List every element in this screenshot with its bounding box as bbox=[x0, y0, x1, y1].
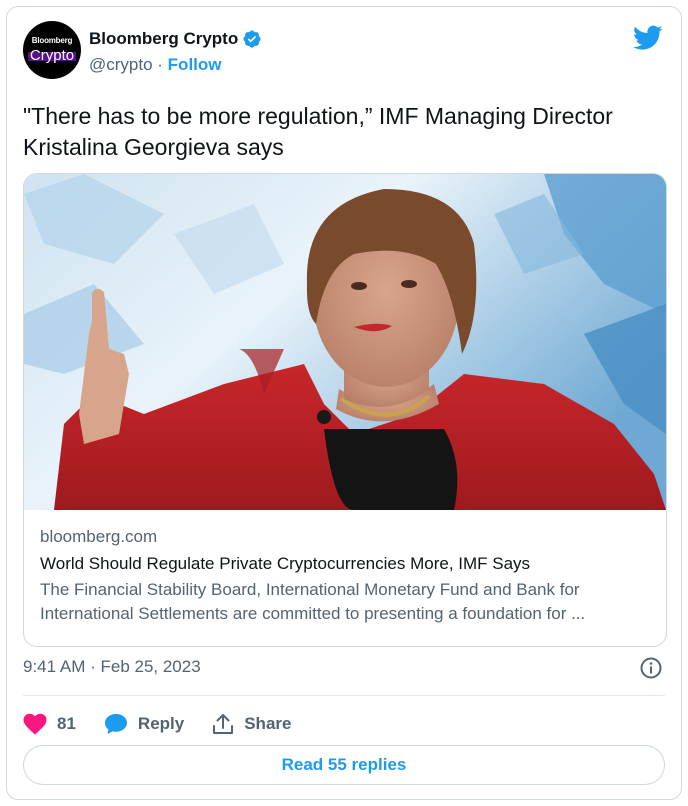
author-avatar[interactable]: Bloomberg Crypto bbox=[23, 21, 81, 79]
author-name[interactable]: Bloomberg Crypto bbox=[89, 29, 238, 49]
author-handle[interactable]: @crypto bbox=[89, 55, 153, 74]
handle-separator: · bbox=[152, 55, 168, 74]
heart-icon bbox=[23, 713, 47, 735]
info-icon[interactable] bbox=[639, 656, 663, 680]
follow-button[interactable]: Follow bbox=[168, 55, 222, 74]
like-button[interactable]: 81 bbox=[23, 713, 76, 735]
tweet-timestamp[interactable]: 9:41 AM · Feb 25, 2023 bbox=[23, 657, 201, 677]
share-label: Share bbox=[244, 714, 292, 733]
action-bar: 81 Reply Share bbox=[23, 709, 319, 739]
reply-label: Reply bbox=[137, 714, 185, 733]
author-name-row: Bloomberg Crypto bbox=[89, 29, 262, 49]
link-preview-card[interactable]: bloomberg.com World Should Regulate Priv… bbox=[23, 173, 667, 647]
like-count: 81 bbox=[57, 714, 76, 733]
tweet-card: Bloomberg Crypto Bloomberg Crypto @crypt… bbox=[6, 6, 682, 800]
link-domain: bloomberg.com bbox=[40, 527, 158, 546]
read-replies-button[interactable]: Read 55 replies bbox=[23, 745, 665, 785]
link-card-text: bloomberg.com World Should Regulate Priv… bbox=[40, 526, 655, 626]
reply-button[interactable]: Reply bbox=[104, 713, 184, 735]
link-title[interactable]: World Should Regulate Private Cryptocurr… bbox=[40, 553, 655, 575]
link-description: The Financial Stability Board, Internati… bbox=[40, 580, 586, 623]
reply-bubble-icon bbox=[104, 714, 127, 734]
article-photo bbox=[24, 174, 666, 510]
avatar-logo-line1: Bloomberg bbox=[31, 36, 73, 45]
divider bbox=[23, 695, 665, 696]
author-handle-row: @crypto · Follow bbox=[89, 55, 222, 75]
twitter-bird-icon[interactable] bbox=[633, 25, 663, 51]
verified-badge-icon bbox=[243, 30, 261, 48]
tweet-text: "There has to be more regulation,” IMF M… bbox=[23, 103, 613, 160]
share-upload-icon bbox=[213, 714, 234, 734]
avatar-logo-line2: Crypto bbox=[27, 47, 77, 64]
share-button[interactable]: Share bbox=[212, 713, 291, 735]
